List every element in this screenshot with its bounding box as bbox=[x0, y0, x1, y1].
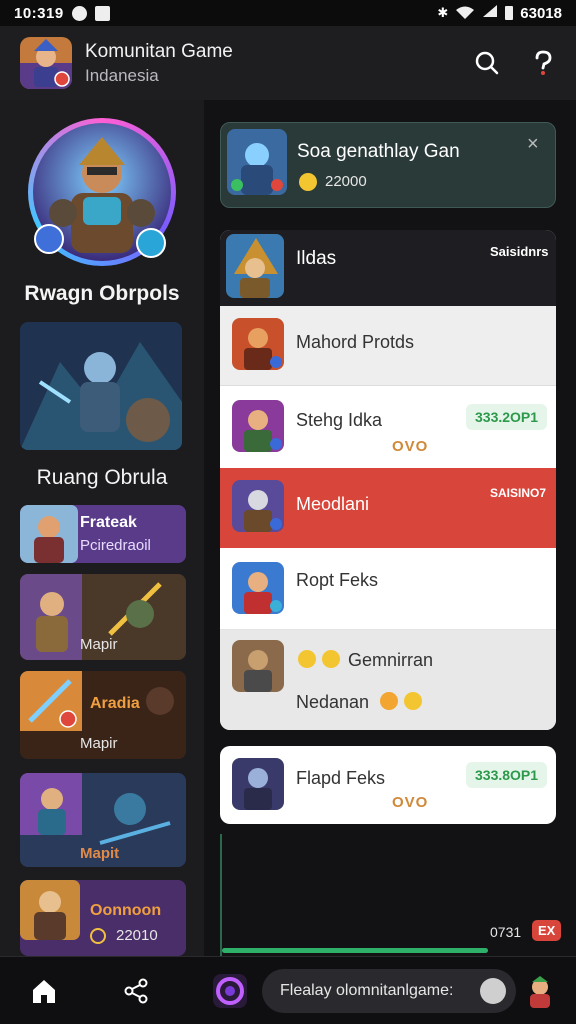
notification-value: 22000 bbox=[325, 173, 367, 190]
notification-card[interactable]: Soa genathlay Gan 22000 × bbox=[220, 122, 556, 208]
list-item-sub: OVO bbox=[392, 438, 429, 455]
list-header[interactable]: Ildas Saisidnrs bbox=[220, 230, 556, 306]
whatsapp-icon bbox=[71, 5, 87, 21]
status-time: 10:319 bbox=[14, 4, 64, 22]
signal-icon bbox=[482, 4, 498, 22]
list-item-title: Meodlani bbox=[296, 494, 370, 514]
app-header: Komunitan Game Indanesia bbox=[0, 26, 576, 100]
footer-count: 0731 bbox=[490, 924, 522, 940]
emoji-icon bbox=[380, 692, 398, 710]
home-icon bbox=[33, 980, 55, 1003]
list-item[interactable]: Gemnirran Nedanan bbox=[220, 630, 556, 730]
status-bar: 10:319 ✱ 63018 bbox=[0, 0, 576, 26]
room-tile[interactable]: Aradia Mapir bbox=[20, 671, 186, 759]
room-thumbnail bbox=[20, 505, 78, 563]
game-button[interactable] bbox=[210, 971, 250, 1011]
conversation-list: Ildas Saisidnrs Mahord Protds Stehg Idka… bbox=[220, 230, 556, 730]
list-item-title: Stehg Idka bbox=[296, 410, 383, 430]
list-header-action[interactable]: Saisidnrs bbox=[490, 244, 549, 259]
list-item[interactable]: Stehg Idka 333.2OP1 OVO bbox=[220, 386, 556, 468]
list-item-sub: Nedanan bbox=[296, 692, 370, 712]
search-button[interactable] bbox=[472, 48, 502, 78]
bottom-nav: Flealay olomnitanlgame: bbox=[0, 956, 576, 1024]
list-item[interactable]: Ropt Feks bbox=[220, 548, 556, 630]
list-item-title: Gemnirran bbox=[348, 650, 434, 670]
user-icon[interactable] bbox=[480, 978, 506, 1004]
room-tile-subtitle: Pciredraoil bbox=[80, 537, 151, 554]
avatar-icon bbox=[530, 976, 550, 1008]
help-button[interactable] bbox=[528, 48, 558, 78]
card-badge: 333.8OP1 bbox=[466, 762, 548, 788]
share-button[interactable] bbox=[116, 971, 156, 1011]
list-item-avatar bbox=[232, 318, 284, 370]
room-tile[interactable]: Oonnoon 22010 bbox=[20, 880, 186, 956]
footer-tag[interactable]: EX bbox=[532, 920, 562, 941]
profile-button[interactable] bbox=[520, 971, 560, 1011]
community-avatar[interactable] bbox=[20, 37, 72, 89]
help-icon bbox=[535, 50, 552, 75]
emoji-icon bbox=[298, 650, 316, 668]
room-tile-value: 22010 bbox=[116, 927, 158, 944]
list-item-badge: SAISINO7 bbox=[490, 486, 547, 500]
coin-icon bbox=[90, 928, 106, 944]
list-item-avatar bbox=[232, 640, 284, 692]
card-title: Flapd Feks bbox=[296, 768, 386, 788]
skill-badge-icon bbox=[34, 224, 64, 254]
notification-title: Soa genathlay Gan bbox=[297, 141, 460, 162]
list-item-avatar bbox=[232, 562, 284, 614]
share-icon bbox=[124, 978, 148, 1004]
left-sidebar: Rwagn Obrpols Ruang Obrula Frateak Pcire… bbox=[0, 100, 204, 956]
conversation-card[interactable]: Flapd Feks 333.8OP1 OVO bbox=[220, 746, 556, 824]
list-header-avatar bbox=[226, 234, 284, 298]
room-tile-title: Aradia bbox=[90, 695, 140, 712]
battery-level: 63018 bbox=[520, 4, 562, 22]
room-label: Ruang Obrula bbox=[36, 466, 168, 489]
list-item-selected[interactable]: Meodlani SAISINO7 bbox=[220, 468, 556, 548]
page-title: Komunitan Game bbox=[85, 40, 233, 62]
list-item-avatar bbox=[232, 758, 284, 810]
emoji-icon bbox=[299, 173, 317, 191]
list-item-badge: 333.2OP1 bbox=[466, 404, 548, 430]
room-tile-title: Oonnoon bbox=[90, 902, 162, 919]
wifi-icon bbox=[455, 6, 475, 20]
panel-footer: 0731 EX bbox=[220, 834, 562, 956]
list-item-title: Mahord Protds bbox=[296, 332, 415, 352]
progress-bar bbox=[222, 948, 488, 953]
emoji-icon bbox=[322, 650, 340, 668]
bluetooth-icon: ✱ bbox=[437, 5, 449, 20]
list-header-title: Ildas bbox=[296, 248, 337, 269]
room-tile[interactable]: Frateak Pciredraoil bbox=[20, 505, 186, 563]
room-tile-subtitle: Mapir bbox=[80, 735, 118, 752]
home-button[interactable] bbox=[24, 971, 64, 1011]
room-tile-title: Mapit bbox=[80, 845, 120, 862]
list-item-avatar bbox=[232, 400, 284, 452]
room-banner[interactable] bbox=[20, 322, 182, 450]
list-item-title: Ropt Feks bbox=[296, 570, 379, 590]
featured-label: Rwagn Obrpols bbox=[24, 282, 180, 305]
chat-placeholder: Flealay olomnitanlgame: bbox=[280, 982, 454, 999]
battery-icon bbox=[505, 6, 514, 20]
skill-badge-icon bbox=[136, 228, 166, 258]
notification-avatar bbox=[227, 129, 287, 195]
card-sub: OVO bbox=[392, 794, 429, 811]
list-item-avatar bbox=[232, 480, 284, 532]
game-ring-icon bbox=[213, 974, 247, 1008]
search-icon bbox=[475, 51, 499, 75]
room-tile[interactable]: Mapit bbox=[20, 773, 186, 867]
room-tile-title: Mapir bbox=[80, 636, 118, 653]
gallery-icon bbox=[94, 5, 110, 21]
close-icon[interactable]: × bbox=[527, 133, 539, 156]
page-subtitle: Indanesia bbox=[85, 65, 159, 85]
room-tile-title: Frateak bbox=[80, 514, 137, 531]
list-item[interactable]: Mahord Protds bbox=[220, 306, 556, 386]
chat-input[interactable]: Flealay olomnitanlgame: bbox=[262, 969, 516, 1013]
emoji-icon bbox=[404, 692, 422, 710]
right-panel: Soa genathlay Gan 22000 × Ildas Saisidnr… bbox=[204, 100, 576, 956]
room-tile[interactable]: Mapir bbox=[20, 574, 186, 660]
room-thumbnail bbox=[20, 880, 80, 940]
